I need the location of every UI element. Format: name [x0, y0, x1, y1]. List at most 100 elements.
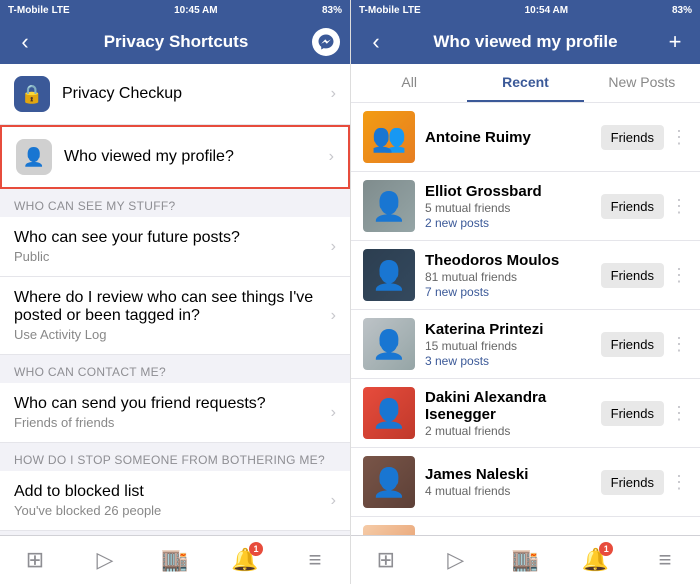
more-dots-2[interactable]: ⋮ [670, 265, 688, 286]
avatar: 👤 [363, 180, 415, 232]
section-header-contact: WHO CAN CONTACT ME? [0, 355, 350, 383]
chevron-who-viewed: › [329, 148, 334, 166]
friend-requests-item[interactable]: Who can send you friend requests? Friend… [0, 383, 350, 443]
activity-log-title: Where do I review who can see things I'v… [14, 289, 331, 325]
tab-notifications-right[interactable]: 🔔 1 [560, 536, 630, 584]
tab-menu-left[interactable]: ≡ [280, 536, 350, 584]
add-button-right[interactable]: + [660, 29, 690, 55]
tab-home-right[interactable]: ⊞ [351, 536, 421, 584]
navbar-left: ‹ Privacy Shortcuts [0, 20, 350, 64]
navbar-right: ‹ Who viewed my profile + [351, 20, 700, 64]
list-item: 👤 Dakini Alexandra Isenegger 2 mutual fr… [351, 379, 700, 448]
navbar-title-right: Who viewed my profile [391, 32, 660, 52]
friends-button-2[interactable]: Friends [601, 263, 664, 288]
status-bar-right: T-Mobile LTE 10:54 AM 83% [351, 0, 700, 20]
blocked-list-title: Add to blocked list [14, 483, 331, 501]
profile-mutual-5: 4 mutual friends [425, 484, 601, 498]
time-left: 10:45 AM [174, 5, 218, 16]
tab-recent[interactable]: Recent [467, 64, 583, 102]
activity-log-item[interactable]: Where do I review who can see things I'v… [0, 277, 350, 355]
back-button-right[interactable]: ‹ [361, 29, 391, 55]
section-header-stuff: WHO CAN SEE MY STUFF? [0, 189, 350, 217]
tab-notifications-left[interactable]: 🔔 1 [210, 536, 280, 584]
future-posts-title: Who can see your future posts? [14, 229, 331, 247]
blocked-list-item[interactable]: Add to blocked list You've blocked 26 pe… [0, 471, 350, 531]
more-dots-5[interactable]: ⋮ [670, 472, 688, 493]
more-dots-0[interactable]: ⋮ [670, 127, 688, 148]
navbar-title-left: Privacy Shortcuts [40, 32, 312, 52]
connection-right: LTE [403, 5, 421, 16]
who-viewed-title: Who viewed my profile? [64, 148, 329, 166]
video-icon-right: ▷ [447, 547, 464, 573]
chevron-privacy-checkup: › [331, 85, 336, 103]
messenger-svg [317, 33, 335, 51]
who-viewed-icon: 👤 [16, 139, 52, 175]
future-posts-item[interactable]: Who can see your future posts? Public › [0, 217, 350, 277]
profile-name-3: Katerina Printezi [425, 321, 601, 338]
privacy-checkup-title: Privacy Checkup [62, 85, 331, 103]
video-icon-left: ▷ [97, 547, 114, 573]
more-dots-3[interactable]: ⋮ [670, 334, 688, 355]
segmented-control: All Recent New Posts [351, 64, 700, 103]
list-item: 👤 Katerina Printezi 15 mutual friends 3 … [351, 310, 700, 379]
profile-mutual-3: 15 mutual friends [425, 339, 601, 353]
back-button-left[interactable]: ‹ [10, 29, 40, 55]
notification-badge-right: 1 [599, 542, 613, 556]
friends-button-0[interactable]: Friends [601, 125, 664, 150]
avatar: 👤 [363, 318, 415, 370]
tab-menu-right[interactable]: ≡ [630, 536, 700, 584]
tab-new-posts[interactable]: New Posts [584, 64, 700, 102]
time-right: 10:54 AM [525, 5, 569, 16]
friends-button-5[interactable]: Friends [601, 470, 664, 495]
more-dots-1[interactable]: ⋮ [670, 196, 688, 217]
profile-name-4: Dakini Alexandra Isenegger [425, 389, 601, 423]
chevron-friend-requests: › [331, 404, 336, 422]
status-bar-left: T-Mobile LTE 10:45 AM 83% [0, 0, 350, 20]
tab-video-right[interactable]: ▷ [421, 536, 491, 584]
menu-icon-left: ≡ [309, 547, 322, 573]
home-icon-right: ⊞ [377, 547, 395, 573]
chevron-future-posts: › [331, 238, 336, 256]
friends-button-4[interactable]: Friends [601, 401, 664, 426]
marketplace-icon-left: 🏬 [161, 547, 188, 573]
tab-all[interactable]: All [351, 64, 467, 102]
right-screen: T-Mobile LTE 10:54 AM 83% ‹ Who viewed m… [350, 0, 700, 584]
list-item: 👤 Elliot Grossbard 5 mutual friends 2 ne… [351, 172, 700, 241]
avatar: 👤 [363, 525, 415, 535]
marketplace-icon-right: 🏬 [512, 547, 539, 573]
privacy-checkup-item[interactable]: 🔒 Privacy Checkup › [0, 64, 350, 125]
friends-button-3[interactable]: Friends [601, 332, 664, 357]
list-item: 👥 Antoine Ruimy Friends ⋮ [351, 103, 700, 172]
more-dots-4[interactable]: ⋮ [670, 403, 688, 424]
profile-name-1: Elliot Grossbard [425, 183, 601, 200]
list-item: 👤 James Naleski 4 mutual friends Friends… [351, 448, 700, 517]
battery-left: 83% [322, 5, 342, 16]
messenger-icon[interactable] [312, 28, 340, 56]
left-screen: T-Mobile LTE 10:45 AM 83% ‹ Privacy Shor… [0, 0, 350, 584]
carrier-left: T-Mobile [8, 5, 49, 16]
carrier-right: T-Mobile [359, 5, 400, 16]
left-content: 🔒 Privacy Checkup › 👤 Who viewed my prof… [0, 64, 350, 535]
notification-badge-left: 1 [249, 542, 263, 556]
tab-marketplace-right[interactable]: 🏬 [491, 536, 561, 584]
profile-posts-1: 2 new posts [425, 216, 601, 230]
profile-posts-2: 7 new posts [425, 285, 601, 299]
who-viewed-item[interactable]: 👤 Who viewed my profile? › [0, 125, 350, 189]
avatar: 👥 [363, 111, 415, 163]
profile-mutual-2: 81 mutual friends [425, 270, 601, 284]
connection-left: LTE [52, 5, 70, 16]
home-icon-left: ⊞ [26, 547, 44, 573]
activity-log-subtitle: Use Activity Log [14, 327, 331, 342]
avatar: 👤 [363, 387, 415, 439]
chevron-blocked-list: › [331, 492, 336, 510]
tab-marketplace-left[interactable]: 🏬 [140, 536, 210, 584]
battery-right: 83% [672, 5, 692, 16]
profile-mutual-4: 2 mutual friends [425, 424, 601, 438]
profile-name-2: Theodoros Moulos [425, 252, 601, 269]
friend-requests-subtitle: Friends of friends [14, 415, 331, 430]
profile-name-0: Antoine Ruimy [425, 129, 601, 146]
tab-home-left[interactable]: ⊞ [0, 536, 70, 584]
avatar: 👤 [363, 456, 415, 508]
tab-video-left[interactable]: ▷ [70, 536, 140, 584]
friends-button-1[interactable]: Friends [601, 194, 664, 219]
